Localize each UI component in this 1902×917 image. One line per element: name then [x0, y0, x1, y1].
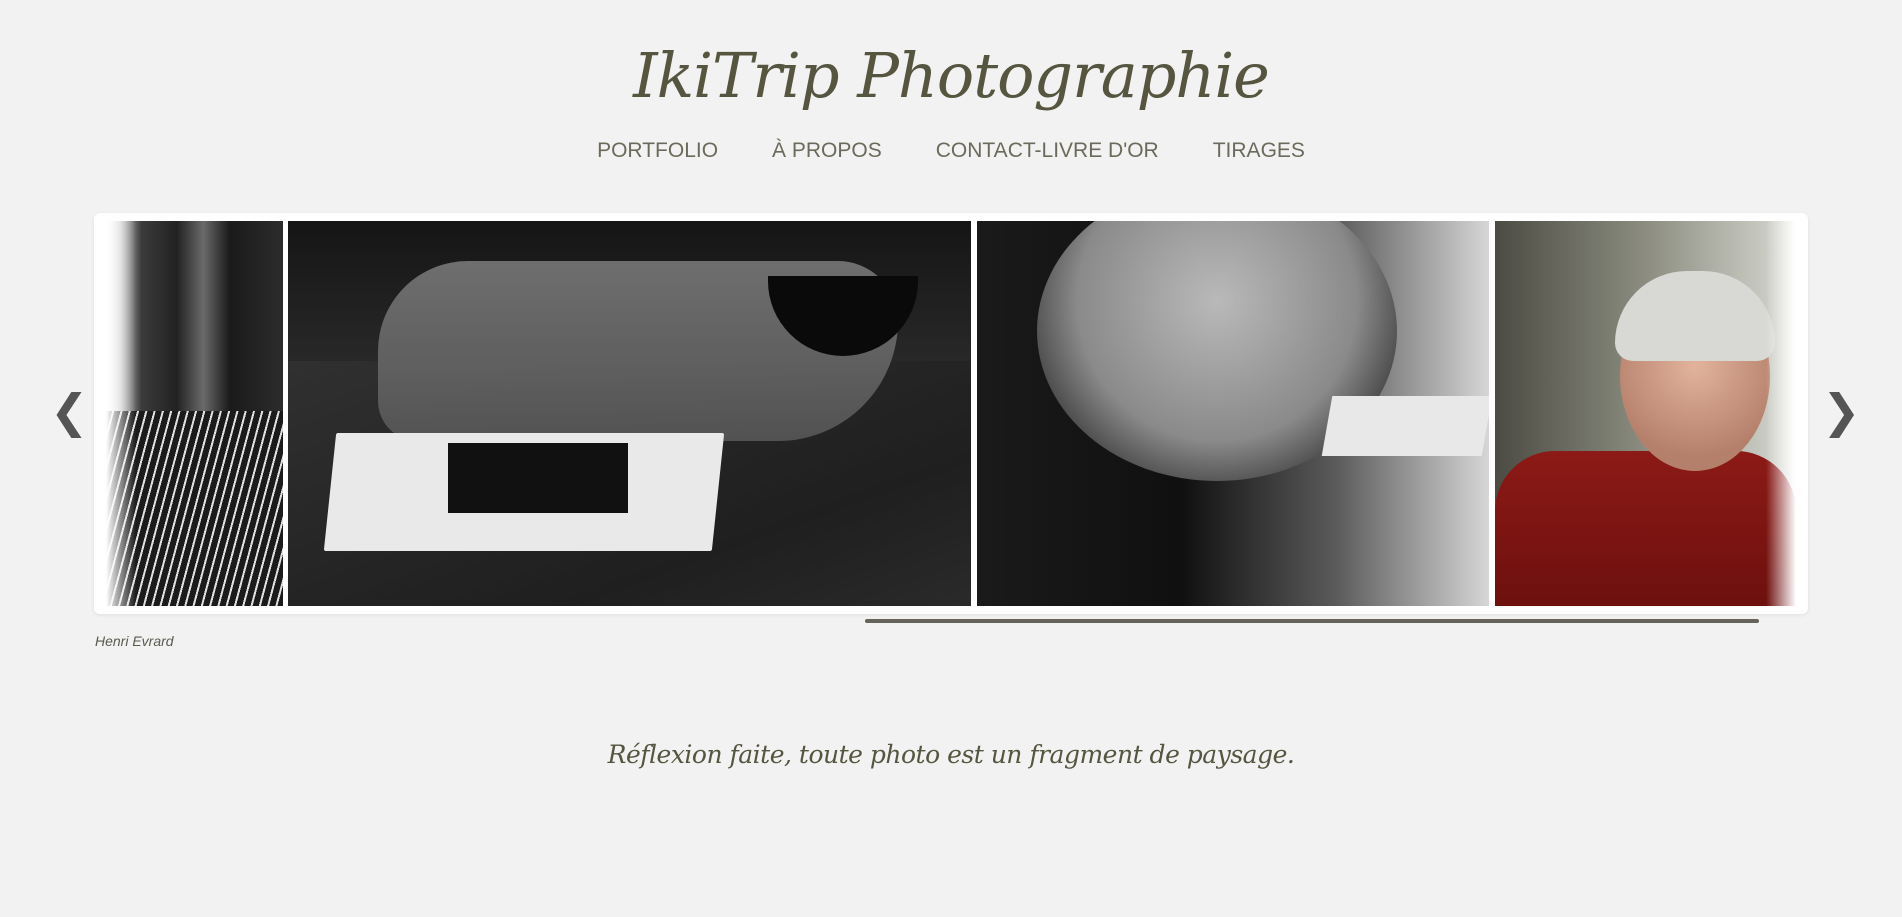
nav-item-contact-livre-dor[interactable]: CONTACT-LIVRE D'OR [936, 137, 1159, 165]
slide-photo-detail [1615, 271, 1775, 361]
main-nav: PORTFOLIO À PROPOS CONTACT-LIVRE D'OR TI… [0, 137, 1902, 165]
slide-photo-portrait-red-shirt[interactable] [1495, 221, 1796, 606]
chevron-right-icon[interactable]: ❯ [1822, 386, 1861, 436]
nav-item-a-propos[interactable]: À PROPOS [772, 137, 882, 165]
slider-progress-bar [865, 619, 1759, 623]
slide-photo-man-glasses[interactable] [977, 221, 1489, 606]
slide-photo-detail [448, 443, 628, 513]
nav-item-portfolio[interactable]: PORTFOLIO [597, 137, 718, 165]
slide-caption: Henri Evrard [95, 633, 174, 649]
slide-photo-hands-book[interactable] [288, 221, 971, 606]
slide-photo-detail [1321, 396, 1489, 456]
photo-slider [94, 213, 1808, 614]
slide-photo-striped-shirt[interactable] [106, 221, 283, 606]
slide-photo-detail [1495, 451, 1796, 606]
footer-quote: Réflexion faite, toute photo est un frag… [607, 740, 1295, 769]
site-title[interactable]: IkiTrip Photographie [0, 36, 1902, 116]
slide-fade [1766, 221, 1796, 606]
nav-item-tirages[interactable]: TIRAGES [1213, 137, 1305, 165]
chevron-left-icon[interactable]: ❮ [50, 386, 89, 436]
slide-fade [106, 221, 136, 606]
